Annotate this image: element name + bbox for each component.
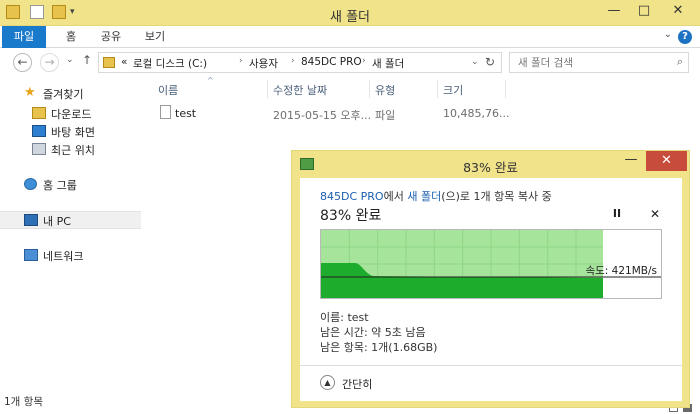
copy-text-rest: (으)로 1개 항목 복사 중 (441, 190, 552, 203)
search-input[interactable] (510, 53, 660, 72)
breadcrumb-item[interactable]: 로컬 디스크 (C:) (133, 56, 207, 71)
window-title: 새 폴더 (329, 10, 370, 25)
tab-home[interactable]: 홈 (58, 26, 84, 48)
network-icon (24, 249, 38, 261)
desktop-icon (32, 125, 46, 137)
ribbon-expand-icon[interactable]: ⌄ (664, 29, 672, 40)
folder-icon (103, 57, 115, 68)
file-size: 10,485,76... (443, 107, 510, 120)
nav-recent-places[interactable]: 최근 위치 (32, 141, 132, 159)
pause-button[interactable]: II (611, 208, 623, 220)
nav-desktop[interactable]: 바탕 화면 (32, 123, 132, 141)
minimize-button[interactable]: — (600, 0, 628, 22)
nav-network[interactable]: 네트워크 (24, 247, 124, 265)
up-button[interactable]: ↑ (82, 53, 92, 67)
recent-locations-icon[interactable]: ⌄ (66, 55, 74, 65)
progress-heading: 83% 완료 (320, 208, 382, 224)
column-divider[interactable] (437, 80, 438, 98)
file-name: test (175, 107, 197, 120)
address-dropdown-icon[interactable]: ⌄ (471, 57, 479, 67)
time-remaining: 남은 시간: 약 5초 남음 (320, 326, 426, 339)
breadcrumb-item[interactable]: 845DC PRO (301, 56, 362, 68)
nav-homegroup[interactable]: 홈 그룹 (24, 176, 124, 194)
destination-link[interactable]: 새 폴더 (407, 190, 441, 203)
sort-ascending-icon: ^ (207, 76, 214, 85)
column-divider[interactable] (369, 80, 370, 98)
computer-icon (24, 214, 38, 226)
dialog-divider (300, 365, 682, 366)
dialog-close-button[interactable]: ✕ (646, 151, 687, 171)
file-type: 파일 (375, 109, 396, 122)
breadcrumb-prefix[interactable]: « (121, 56, 127, 68)
copy-text-from: 에서 (383, 190, 408, 203)
downloads-folder-icon (32, 107, 46, 119)
address-bar[interactable]: « 로컬 디스크 (C:) › 사용자 › 845DC PRO › 새 폴더 ⌄… (98, 52, 502, 73)
navigation-pane: ★ 즐겨찾기 다운로드 바탕 화면 최근 위치 홈 그룹 내 PC 네트워크 (0, 76, 141, 390)
transfer-speed-graph: 속도: 421MB/s (320, 229, 662, 299)
tab-view[interactable]: 보기 (140, 26, 170, 48)
source-link[interactable]: 845DC PRO (320, 190, 384, 203)
maximize-button[interactable]: □ (630, 0, 658, 22)
dialog-minimize-button[interactable]: — (619, 152, 643, 172)
breadcrumb-item[interactable]: 사용자 (249, 56, 278, 71)
refresh-icon[interactable]: ↻ (485, 55, 495, 69)
search-icon[interactable]: ⌕ (677, 55, 683, 69)
nav-downloads[interactable]: 다운로드 (32, 105, 132, 123)
star-icon: ★ (24, 85, 36, 100)
copy-description: 845DC PRO에서 새 폴더(으)로 1개 항목 복사 중 (320, 188, 552, 204)
dialog-body: 845DC PRO에서 새 폴더(으)로 1개 항목 복사 중 83% 완료 I… (300, 178, 682, 401)
column-divider[interactable] (505, 80, 506, 98)
recent-places-icon (32, 143, 46, 155)
less-details-label: 간단히 (342, 378, 373, 391)
window-titlebar: ▾ 새 폴더 — □ ✕ (0, 0, 700, 26)
breadcrumb-item[interactable]: 새 폴더 (372, 56, 404, 71)
address-row: ← → ⌄ ↑ « 로컬 디스크 (C:) › 사용자 › 845DC PRO … (0, 48, 700, 76)
file-modified: 2015-05-15 오후... (273, 109, 372, 122)
forward-button[interactable]: → (40, 53, 59, 72)
column-header-type[interactable]: 유형 (375, 82, 395, 98)
breadcrumb-separator-icon[interactable]: › (239, 56, 243, 66)
ribbon: 파일 홈 공유 보기 ⌄ ? (0, 26, 700, 48)
column-header-name[interactable]: 이름 (158, 82, 178, 98)
column-header-modified[interactable]: 수정한 날짜 (273, 82, 327, 98)
file-name-info: 이름: test (320, 311, 369, 324)
items-remaining: 남은 항목: 1개(1.68GB) (320, 341, 438, 354)
copy-progress-dialog: 83% 완료 — ✕ 845DC PRO에서 새 폴더(으)로 1개 항목 복사… (291, 150, 690, 408)
breadcrumb-separator-icon[interactable]: › (291, 56, 295, 66)
nav-favorites[interactable]: ★ 즐겨찾기 (24, 85, 134, 103)
file-icon (160, 105, 171, 119)
homegroup-icon (24, 178, 37, 190)
column-divider[interactable] (267, 80, 268, 98)
search-box[interactable]: ⌕ (509, 52, 689, 73)
back-button[interactable]: ← (13, 53, 32, 72)
chevron-up-icon: ▲ (320, 375, 335, 390)
column-header-size[interactable]: 크기 (443, 82, 463, 98)
cancel-button[interactable]: ✕ (649, 208, 661, 220)
close-button[interactable]: ✕ (660, 0, 696, 22)
nav-this-pc[interactable]: 내 PC (0, 211, 141, 229)
tab-file[interactable]: 파일 (2, 26, 46, 48)
help-icon[interactable]: ? (678, 30, 692, 44)
tab-share[interactable]: 공유 (96, 26, 126, 48)
item-count: 1개 항목 (4, 396, 43, 408)
breadcrumb-separator-icon[interactable]: › (362, 56, 366, 66)
speed-readout: 속도: 421MB/s (585, 265, 657, 277)
